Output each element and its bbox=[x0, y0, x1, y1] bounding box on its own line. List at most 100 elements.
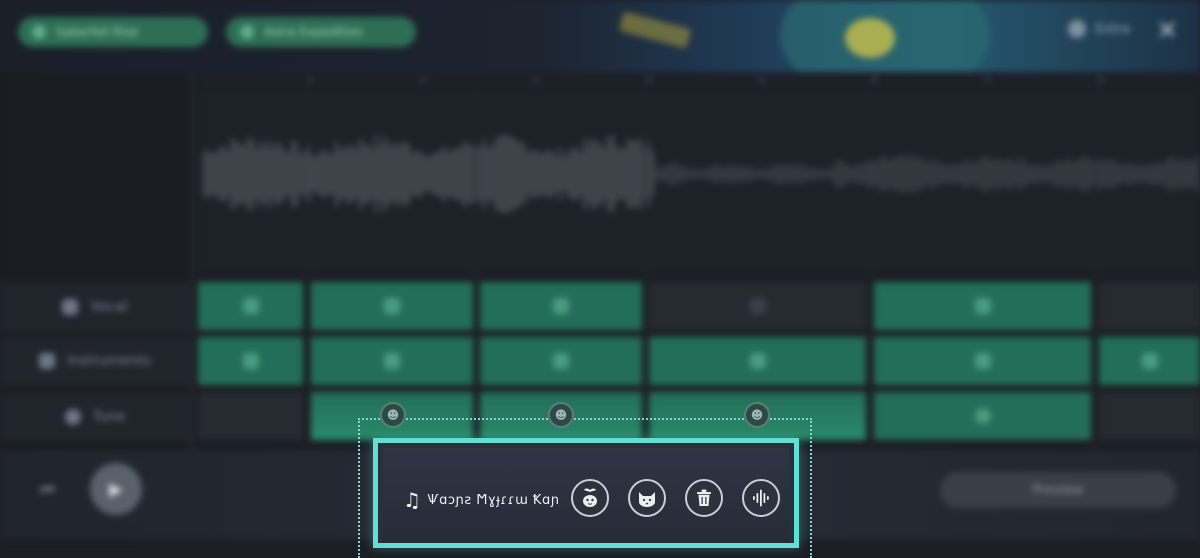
mode-pill-2[interactable]: Astra Expedition bbox=[226, 17, 416, 47]
waveform-bar bbox=[623, 147, 626, 201]
instrument-cell[interactable] bbox=[1099, 337, 1200, 385]
grid-icon bbox=[38, 353, 55, 369]
waveform-bar bbox=[1019, 157, 1022, 191]
waveform-bar bbox=[811, 167, 814, 181]
waveform-bar bbox=[535, 150, 538, 198]
waveform-bar bbox=[419, 150, 422, 198]
waveform-bar bbox=[819, 169, 822, 179]
previous-icon[interactable]: ⏮ bbox=[40, 480, 54, 500]
preview-button[interactable]: Preview bbox=[940, 472, 1176, 508]
song-title: Ѱɑɔɲƨ Ϻɣɟɾɾɯ Ꝁɑɲ bbox=[427, 492, 560, 508]
waveform-bar bbox=[335, 141, 338, 207]
waveform-bar bbox=[1111, 159, 1114, 189]
waveform-bar bbox=[771, 167, 774, 181]
waveform-bar bbox=[315, 154, 318, 194]
waveform-bar bbox=[659, 166, 662, 182]
mode-pill-1[interactable]: Saberfell Rise bbox=[18, 17, 208, 47]
vocal-cell[interactable] bbox=[649, 282, 866, 330]
waveform-bar bbox=[499, 135, 502, 213]
waveform-bar bbox=[983, 155, 986, 193]
waveform-bar bbox=[459, 147, 462, 201]
waveform-bar bbox=[611, 135, 614, 213]
waveform-bar bbox=[323, 149, 326, 199]
waveform-bar bbox=[387, 142, 390, 206]
top-user-button[interactable]: Extra bbox=[1067, 20, 1130, 38]
waveform-bar bbox=[903, 154, 906, 194]
waveform-bar bbox=[603, 148, 606, 200]
mic-icon bbox=[384, 298, 400, 314]
waveform-bar bbox=[223, 145, 226, 203]
waveform-bar bbox=[979, 159, 982, 189]
waveform-bar bbox=[935, 162, 938, 186]
waveform-bar bbox=[879, 157, 882, 191]
waveform-bar bbox=[823, 169, 826, 179]
waveform-bar bbox=[227, 150, 230, 198]
waveform-bar bbox=[739, 165, 742, 183]
waveform-bar bbox=[343, 149, 346, 199]
waveform-bar bbox=[1055, 160, 1058, 188]
instrument-cell[interactable] bbox=[649, 337, 866, 385]
user-icon bbox=[1067, 20, 1086, 38]
tune-cell[interactable] bbox=[198, 392, 303, 440]
waveform-bar bbox=[703, 168, 706, 180]
delete-button[interactable] bbox=[685, 479, 723, 517]
waveform-bar bbox=[1163, 162, 1166, 186]
sprout-bunny-button[interactable] bbox=[571, 479, 609, 517]
tune-cell[interactable] bbox=[1099, 392, 1200, 440]
waveform-bar bbox=[911, 154, 914, 194]
waveform-bar bbox=[827, 168, 830, 180]
waveform-bar bbox=[875, 161, 878, 187]
waveform-bar bbox=[211, 153, 214, 195]
tune-cell[interactable] bbox=[874, 392, 1091, 440]
play-button[interactable]: ▶ bbox=[90, 463, 142, 515]
audio-waveform bbox=[203, 134, 1200, 214]
waveform-bar bbox=[947, 164, 950, 184]
waveform-bar bbox=[327, 152, 330, 196]
tune-marker-icon: ☻ bbox=[548, 402, 574, 428]
instrument-cell[interactable] bbox=[311, 337, 473, 385]
vocal-cell[interactable] bbox=[311, 282, 473, 330]
instrument-cell[interactable] bbox=[874, 337, 1091, 385]
top-user-label: Extra bbox=[1095, 21, 1130, 37]
waveform-bar bbox=[275, 142, 278, 206]
waveform-bar bbox=[539, 153, 542, 195]
waveform-bar bbox=[727, 166, 730, 182]
waveform-bar bbox=[339, 147, 342, 201]
waveform-bar bbox=[391, 146, 394, 202]
ruler-tick: 8 bbox=[1098, 76, 1104, 86]
waveform-bar bbox=[887, 159, 890, 189]
track-row-tune[interactable]: Tune bbox=[0, 392, 190, 442]
close-icon[interactable]: ✕ bbox=[1156, 16, 1178, 46]
grid-line bbox=[475, 94, 476, 450]
vocal-cell[interactable] bbox=[198, 282, 303, 330]
waveform-bar bbox=[1171, 156, 1174, 192]
vocal-cell[interactable] bbox=[1099, 282, 1200, 330]
track-row-vocal[interactable]: Vocal bbox=[0, 282, 190, 332]
timeline-ruler: 1 2 3 4 5 6 7 8 bbox=[195, 72, 1200, 95]
vocal-cell[interactable] bbox=[874, 282, 1091, 330]
waveform-bar bbox=[895, 156, 898, 192]
waveform-bar bbox=[995, 156, 998, 192]
waveform-bar bbox=[491, 145, 494, 203]
grid-line bbox=[870, 94, 871, 450]
audio-wave-button[interactable] bbox=[742, 479, 780, 517]
waveform-bar bbox=[1007, 158, 1010, 190]
grid-line bbox=[1095, 94, 1096, 450]
waveform-bar bbox=[215, 151, 218, 197]
waveform-bar bbox=[1059, 161, 1062, 187]
waveform-bar bbox=[755, 169, 758, 179]
cat-face-button[interactable] bbox=[628, 479, 666, 517]
waveform-bar bbox=[487, 147, 490, 201]
vocal-cell[interactable] bbox=[480, 282, 642, 330]
instrument-cell[interactable] bbox=[480, 337, 642, 385]
track-row-instruments[interactable]: Instruments bbox=[0, 336, 190, 386]
waveform-bar bbox=[347, 143, 350, 205]
waveform-bar bbox=[675, 163, 678, 185]
waveform-bar bbox=[1039, 164, 1042, 184]
waveform-bar bbox=[447, 152, 450, 196]
mic-icon bbox=[62, 299, 79, 315]
waveform-bar bbox=[951, 164, 954, 184]
instrument-cell[interactable] bbox=[198, 337, 303, 385]
waveform-bar bbox=[451, 149, 454, 199]
waveform-bar bbox=[507, 135, 510, 213]
